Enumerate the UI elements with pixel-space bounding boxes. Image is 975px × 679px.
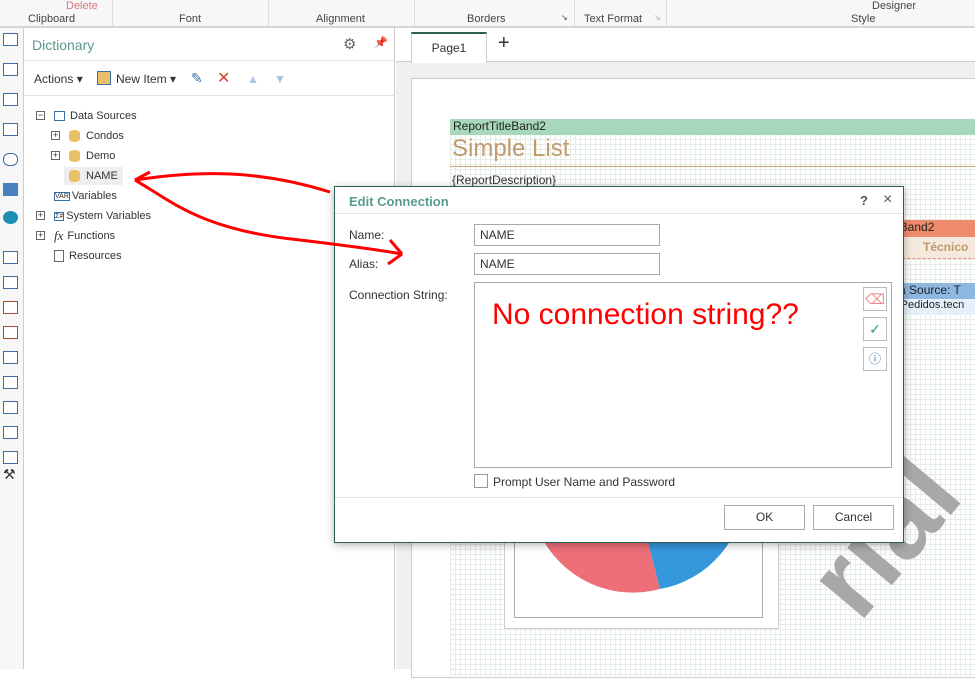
arrow-to-name-field <box>134 178 404 266</box>
arrow-to-tree-item <box>134 170 331 194</box>
annotation-arrows <box>134 170 404 266</box>
